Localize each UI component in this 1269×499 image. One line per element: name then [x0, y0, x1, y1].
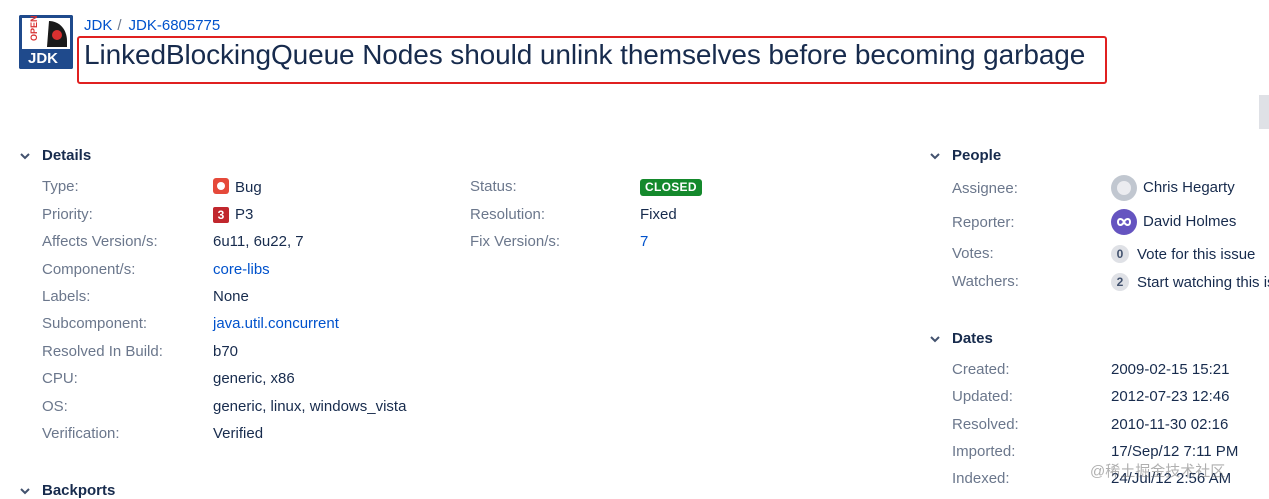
- component-label: Component/s:: [42, 261, 136, 278]
- project-logo[interactable]: OPEN JDK: [19, 15, 73, 69]
- verification-value: Verified: [213, 425, 264, 442]
- verification-label: Verification:: [42, 425, 120, 442]
- resolved-label: Resolved:: [952, 416, 1019, 433]
- chevron-down-icon: [20, 485, 30, 495]
- reporter-label: Reporter:: [952, 214, 1015, 231]
- resolved-build-label: Resolved In Build:: [42, 343, 163, 360]
- vote-link[interactable]: Vote for this issue: [1137, 246, 1255, 263]
- watchers-value: 2 Start watching this issue: [1111, 273, 1269, 291]
- backports-toggle[interactable]: Backports: [20, 482, 115, 499]
- watermark: @稀土掘金技术社区: [1090, 463, 1226, 480]
- fix-version-label: Fix Version/s:: [470, 233, 561, 250]
- people-heading: People: [952, 147, 1002, 164]
- page-scrollbar[interactable]: [1259, 95, 1269, 129]
- people-toggle[interactable]: People: [930, 147, 1001, 164]
- imported-label: Imported:: [952, 443, 1016, 460]
- status-label: Status:: [470, 178, 517, 195]
- updated-label: Updated:: [952, 388, 1013, 405]
- labels-value: None: [213, 288, 249, 305]
- status-value: CLOSED: [640, 178, 702, 196]
- chevron-down-icon: [930, 333, 940, 343]
- cpu-value: generic, x86: [213, 370, 295, 387]
- cpu-label: CPU:: [42, 370, 78, 387]
- dates-toggle[interactable]: Dates: [930, 330, 993, 347]
- svg-text:OPEN: OPEN: [29, 15, 39, 41]
- issue-title[interactable]: LinkedBlockingQueue Nodes should unlink …: [84, 39, 1085, 71]
- votes-label: Votes:: [952, 245, 994, 262]
- resolved-build-value: b70: [213, 343, 239, 360]
- watchers-label: Watchers:: [952, 273, 1019, 290]
- watchers-count: 2: [1111, 273, 1129, 291]
- priority-3-icon: 3: [213, 207, 229, 223]
- os-label: OS:: [42, 398, 68, 415]
- details-heading: Details: [42, 147, 92, 164]
- type-label: Type:: [42, 178, 79, 195]
- chevron-down-icon: [20, 150, 30, 160]
- breadcrumb-issue-key-link[interactable]: JDK-6805775: [129, 17, 221, 34]
- assignee-label: Assignee:: [952, 180, 1018, 197]
- imported-value: 17/Sep/12 7:11 PM: [1111, 443, 1239, 460]
- created-value: 2009-02-15 15:21: [1111, 361, 1230, 378]
- avatar: [1111, 209, 1137, 235]
- created-label: Created:: [952, 361, 1010, 378]
- assignee-value[interactable]: Chris Hegarty: [1111, 175, 1235, 201]
- subcomponent-label: Subcomponent:: [42, 315, 148, 332]
- subcomponent-link[interactable]: java.util.concurrent: [213, 315, 339, 332]
- resolution-label: Resolution:: [470, 206, 546, 223]
- component-link[interactable]: core-libs: [213, 261, 270, 278]
- type-value: Bug: [213, 178, 262, 196]
- os-value: generic, linux, windows_vista: [213, 398, 407, 415]
- breadcrumb-separator: /: [117, 17, 122, 34]
- votes-value: 0 Vote for this issue: [1111, 245, 1255, 263]
- indexed-label: Indexed:: [952, 470, 1010, 487]
- bug-icon: [213, 178, 229, 194]
- type-value-text: Bug: [235, 179, 262, 196]
- watch-link[interactable]: Start watching this issue: [1137, 274, 1269, 291]
- reporter-value[interactable]: David Holmes: [1111, 209, 1236, 235]
- resolution-value: Fixed: [640, 206, 677, 223]
- votes-count: 0: [1111, 245, 1129, 263]
- resolved-value: 2010-11-30 02:16: [1111, 416, 1229, 433]
- status-badge: CLOSED: [640, 179, 702, 196]
- assignee-name: Chris Hegarty: [1143, 178, 1235, 196]
- priority-value-text: P3: [235, 206, 254, 223]
- dates-heading: Dates: [952, 330, 993, 347]
- updated-value: 2012-07-23 12:46: [1111, 388, 1230, 405]
- breadcrumb-project-link[interactable]: JDK: [84, 17, 112, 34]
- reporter-name: David Holmes: [1143, 212, 1237, 230]
- labels-label: Labels:: [42, 288, 91, 305]
- affects-version-label: Affects Version/s:: [42, 233, 158, 250]
- priority-label: Priority:: [42, 206, 93, 223]
- breadcrumb: JDK / JDK-6805775: [84, 17, 220, 34]
- fix-version-link[interactable]: 7: [640, 233, 648, 250]
- details-toggle[interactable]: Details: [20, 147, 91, 164]
- affects-version-value: 6u11, 6u22, 7: [213, 233, 304, 250]
- svg-text:JDK: JDK: [28, 50, 58, 67]
- backports-heading: Backports: [42, 482, 116, 499]
- avatar: [1111, 175, 1137, 201]
- chevron-down-icon: [930, 150, 940, 160]
- priority-value: 3 P3: [213, 206, 253, 223]
